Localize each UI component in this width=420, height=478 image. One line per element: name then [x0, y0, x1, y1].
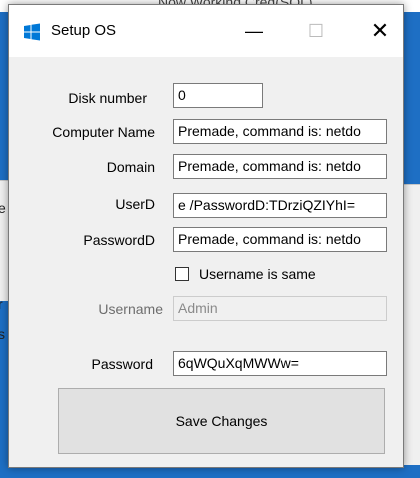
save-changes-label: Save Changes — [175, 413, 268, 429]
username-same-checkbox[interactable] — [175, 267, 189, 281]
close-button[interactable]: ✕ — [357, 5, 403, 57]
domain-field[interactable]: Premade, command is: netdo — [173, 154, 387, 179]
disk-number-label: Disk number — [68, 90, 147, 106]
userd-label: UserD — [115, 196, 155, 212]
background-text-fragment: s — [0, 326, 5, 342]
save-changes-button[interactable]: Save Changes — [58, 388, 385, 454]
disk-number-field[interactable]: 0 — [173, 83, 263, 108]
password-label: Password — [91, 356, 153, 372]
username-label: Username — [98, 301, 163, 317]
username-same-label: Username is same — [199, 266, 316, 282]
title-bar[interactable]: Setup OS — ☐ ✕ — [9, 5, 403, 57]
computer-name-field[interactable]: Premade, command is: netdo — [173, 119, 387, 144]
windows-logo-icon — [24, 23, 40, 41]
username-field: Admin — [173, 296, 387, 321]
username-same-checkbox-row[interactable]: Username is same — [175, 265, 316, 283]
maximize-button[interactable]: ☐ — [293, 5, 339, 57]
window-title: Setup OS — [51, 22, 117, 39]
passwordd-label: PasswordD — [83, 232, 155, 248]
background-text-fragment: e — [0, 200, 6, 216]
userd-field[interactable]: e /PasswordD:TDrziQZIYhI= — [173, 193, 387, 218]
password-field[interactable]: 6qWQuXqMWWw= — [173, 351, 387, 376]
minimize-button[interactable]: — — [231, 5, 277, 57]
domain-label: Domain — [106, 159, 155, 175]
setup-os-window: Setup OS — ☐ ✕ Disk number 0 Computer Na… — [8, 4, 404, 468]
close-icon: ✕ — [370, 18, 390, 43]
maximize-icon: ☐ — [307, 20, 325, 41]
passwordd-field[interactable]: Premade, command is: netdo — [173, 227, 387, 252]
minimize-icon: — — [245, 20, 263, 41]
computer-name-label: Computer Name — [52, 124, 155, 140]
background-window-right — [404, 184, 420, 465]
background-text-fragment: r — [0, 296, 3, 312]
